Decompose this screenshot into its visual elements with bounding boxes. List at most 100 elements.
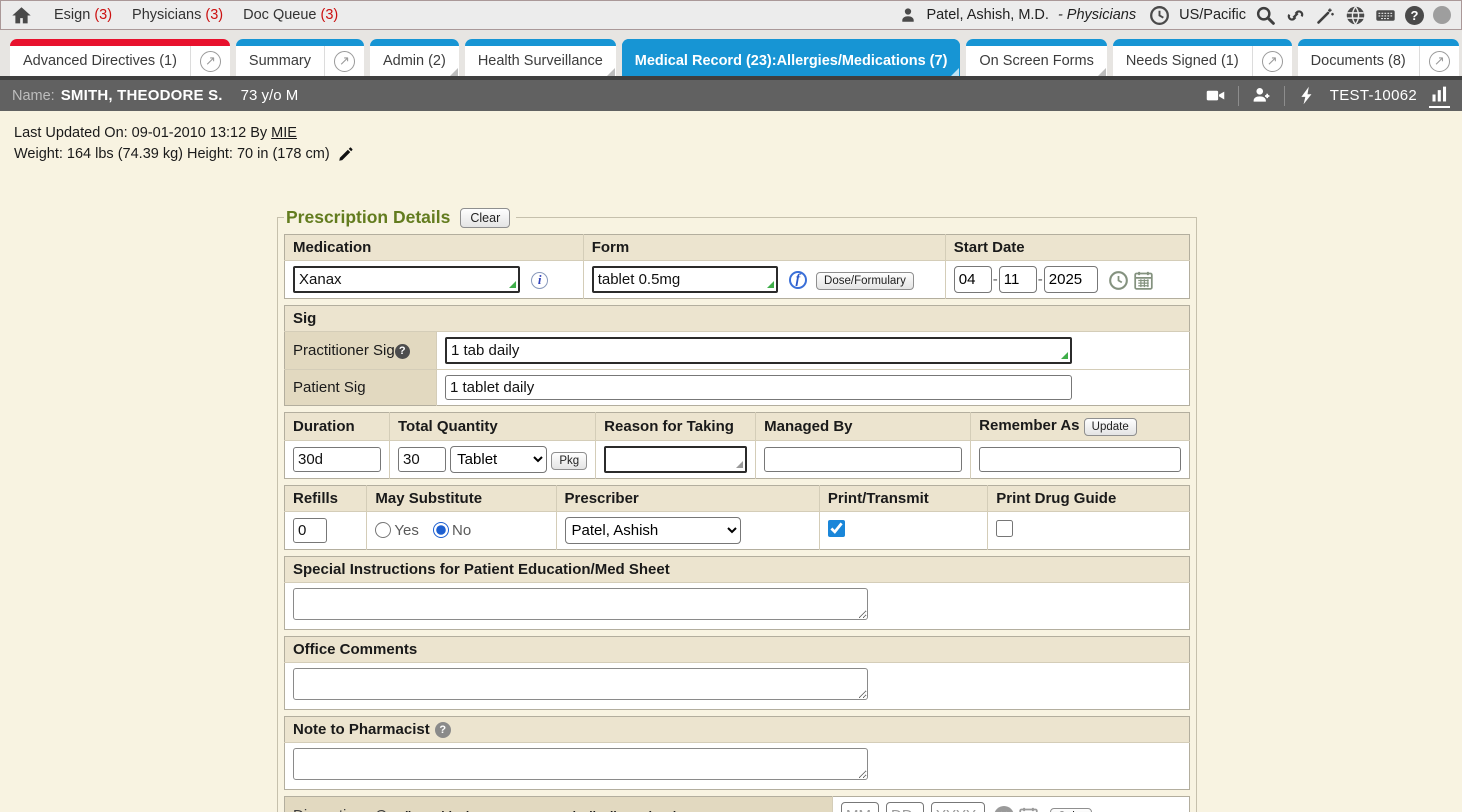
prescriber-select[interactable]: Patel, Ashish (565, 517, 741, 544)
calendar-icon[interactable] (1018, 806, 1039, 812)
calc-button[interactable]: Calc. (1050, 808, 1092, 812)
updated-by-link[interactable]: MIE (271, 125, 297, 141)
quantity-unit-select[interactable]: Tablet (450, 446, 547, 473)
medication-header: Medication (285, 235, 584, 261)
duration-input[interactable] (293, 447, 381, 472)
tab-label: Health Surveillance (465, 53, 616, 69)
tab-summary[interactable]: Summary↗ (236, 39, 364, 76)
start-month-input[interactable] (954, 266, 992, 293)
discontinue-year-input[interactable] (931, 802, 985, 812)
tab-medical-record[interactable]: Medical Record (23):Allergies/Medication… (622, 39, 961, 76)
user-name: Patel, Ashish, M.D. (926, 7, 1049, 23)
special-instructions-header: Special Instructions for Patient Educati… (285, 557, 1190, 583)
managed-by-header: Managed By (756, 413, 971, 441)
reason-input[interactable] (604, 446, 747, 473)
section-discontinue: Discontinue On: (leave blank to never au… (284, 796, 1190, 812)
total-quantity-header: Total Quantity (390, 413, 596, 441)
search-icon[interactable] (1255, 5, 1276, 26)
note-pharmacist-textarea[interactable] (293, 748, 868, 780)
substitute-yes-radio[interactable] (375, 522, 391, 538)
tab-documents[interactable]: Documents (8)↗ (1298, 39, 1459, 76)
wand-icon[interactable] (1315, 5, 1336, 26)
tab-needs-signed[interactable]: Needs Signed (1)↗ (1113, 39, 1292, 76)
print-transmit-checkbox[interactable] (828, 520, 845, 537)
link-icon[interactable] (1285, 5, 1306, 26)
tab-color-strip (236, 39, 364, 46)
tab-label: Needs Signed (1) (1113, 53, 1252, 69)
tab-on-screen-forms[interactable]: On Screen Forms (966, 39, 1106, 76)
patient-name: SMITH, THEODORE S. (61, 87, 223, 104)
nav-doc-queue[interactable]: Doc Queue (3) (243, 7, 338, 23)
clear-date-icon[interactable]: ✕ (994, 806, 1014, 812)
remember-as-input[interactable] (979, 447, 1181, 472)
external-link-icon[interactable]: ↗ (1419, 46, 1459, 76)
start-year-input[interactable] (1044, 266, 1098, 293)
top-toolbar: Esign (3) Physicians (3) Doc Queue (3) P… (0, 0, 1462, 30)
clear-button[interactable]: Clear (460, 208, 510, 228)
sig-header: Sig (285, 306, 1190, 332)
quantity-input[interactable] (398, 447, 446, 472)
tab-label: Summary (236, 53, 324, 69)
help-icon[interactable]: ? (1405, 6, 1424, 25)
dose-formulary-button[interactable]: Dose/Formulary (816, 272, 914, 290)
tab-label: Documents (8) (1298, 53, 1419, 69)
edit-pencil-icon[interactable] (338, 147, 353, 162)
discontinue-label: Discontinue On: (293, 807, 400, 812)
info-icon[interactable]: i (531, 272, 548, 289)
pkg-button[interactable]: Pkg (551, 452, 587, 470)
form-title: Prescription Details (286, 207, 450, 228)
office-comments-textarea[interactable] (293, 668, 868, 700)
help-icon[interactable]: ? (395, 344, 410, 359)
nav-doc-queue-label: Doc Queue (243, 7, 316, 23)
note-pharmacist-label: Note to Pharmacist (293, 721, 430, 738)
special-instructions-textarea[interactable] (293, 588, 868, 620)
duration-header: Duration (285, 413, 390, 441)
form-header: Form (583, 235, 945, 261)
globe-icon[interactable] (1345, 5, 1366, 26)
tab-label: Advanced Directives (1) (10, 53, 190, 69)
refills-input[interactable] (293, 518, 327, 543)
may-substitute-header: May Substitute (367, 486, 556, 512)
tab-health-surveillance[interactable]: Health Surveillance (465, 39, 616, 76)
video-camera-icon[interactable] (1205, 85, 1226, 106)
help-icon[interactable]: ? (435, 722, 451, 738)
external-link-icon[interactable]: ↗ (190, 46, 230, 76)
print-drug-guide-checkbox[interactable] (996, 520, 1013, 537)
tab-advanced-directives[interactable]: Advanced Directives (1)↗ (10, 39, 230, 76)
discontinue-day-input[interactable] (886, 802, 924, 812)
tab-admin[interactable]: Admin (2) (370, 39, 459, 76)
start-date-header: Start Date (945, 235, 1189, 261)
formulary-icon[interactable]: f (789, 271, 807, 289)
patient-age-sex: 73 y/o M (241, 87, 299, 104)
practitioner-sig-input[interactable] (445, 337, 1072, 364)
patient-name-label: Name: (12, 88, 55, 104)
time-picker-icon[interactable] (1108, 270, 1129, 291)
start-day-input[interactable] (999, 266, 1037, 293)
section-duration: Duration Total Quantity Reason for Takin… (284, 412, 1190, 479)
lightning-icon[interactable] (1297, 85, 1318, 106)
bar-chart-icon[interactable] (1429, 84, 1450, 108)
home-icon[interactable] (11, 5, 32, 26)
person-add-icon[interactable] (1251, 85, 1272, 106)
substitute-no-radio[interactable] (433, 522, 449, 538)
section-office-comments: Office Comments (284, 636, 1190, 710)
managed-by-input[interactable] (764, 447, 962, 472)
discontinue-month-input[interactable] (841, 802, 879, 812)
update-button[interactable]: Update (1084, 418, 1137, 436)
tab-label: Admin (2) (370, 53, 459, 69)
form-input[interactable] (592, 266, 778, 293)
timezone-label: US/Pacific (1179, 7, 1246, 23)
keyboard-icon[interactable] (1375, 5, 1396, 26)
nav-esign[interactable]: Esign (3) (54, 7, 112, 23)
medication-input[interactable] (293, 266, 520, 293)
patient-sig-input[interactable] (445, 375, 1072, 400)
print-drug-guide-header: Print Drug Guide (988, 486, 1190, 512)
external-link-icon[interactable]: ↗ (324, 46, 364, 76)
calendar-icon[interactable] (1133, 270, 1154, 291)
external-link-icon[interactable]: ↗ (1252, 46, 1292, 76)
section-special-instructions: Special Instructions for Patient Educati… (284, 556, 1190, 630)
remember-as-label: Remember As (979, 417, 1079, 434)
tab-color-strip (1113, 39, 1292, 46)
nav-physicians[interactable]: Physicians (3) (132, 7, 223, 23)
prescription-legend: Prescription Details Clear (284, 207, 516, 228)
